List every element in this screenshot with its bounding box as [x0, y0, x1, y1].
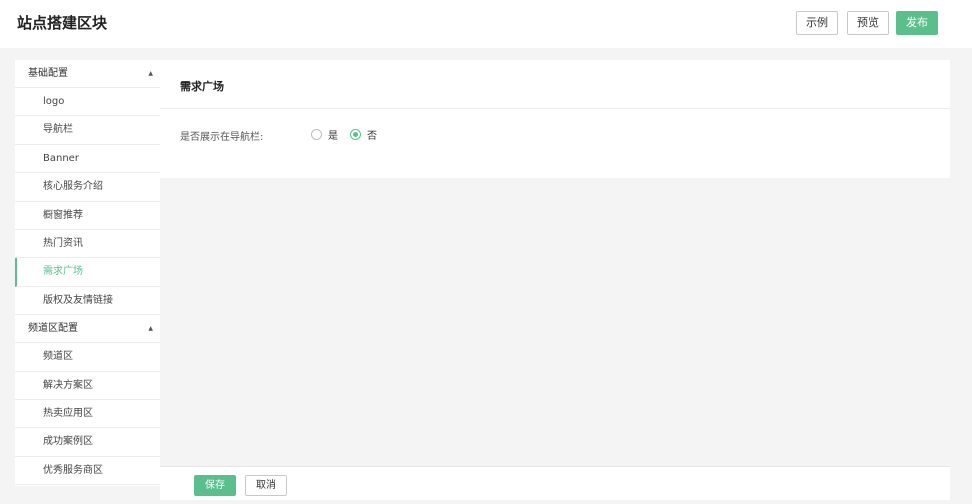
sidebar-group-channel[interactable]: 频道区配置 ▲	[15, 315, 160, 344]
sidebar-item-top-providers[interactable]: 优秀服务商区	[15, 457, 160, 486]
page-title: 站点搭建区块	[17, 14, 108, 32]
sidebar-item-channel[interactable]: 频道区	[15, 343, 160, 372]
content-panel: 需求广场 是否展示在导航栏: 是 否	[160, 60, 950, 178]
sidebar-item-solutions[interactable]: 解决方案区	[15, 372, 160, 400]
sidebar-group-label: 频道区配置	[28, 323, 78, 335]
preview-button[interactable]: 预览	[847, 11, 889, 35]
sidebar-item-hot-news[interactable]: 热门资讯	[15, 230, 160, 259]
radio-yes-label[interactable]: 是	[328, 127, 338, 142]
sidebar-item-showcase[interactable]: 橱窗推荐	[15, 202, 160, 230]
section-title: 需求广场	[180, 80, 224, 93]
radio-yes[interactable]	[311, 129, 322, 140]
show-in-navbar-label: 是否展示在导航栏:	[180, 132, 264, 143]
sidebar-item-logo[interactable]: logo	[15, 88, 160, 117]
form-footer: 保存 取消	[160, 466, 950, 500]
divider	[160, 108, 950, 109]
sidebar-menu: 基础配置 ▲ logo 导航栏 Banner 核心服务介绍 橱窗推荐 热门资讯 …	[15, 60, 160, 486]
sidebar-item-core-services[interactable]: 核心服务介绍	[15, 173, 160, 202]
sidebar-item-banner[interactable]: Banner	[15, 145, 160, 174]
sidebar-item-success-cases[interactable]: 成功案例区	[15, 428, 160, 457]
radio-no[interactable]	[350, 129, 361, 140]
sidebar-item-demand-square[interactable]: 需求广场	[15, 258, 160, 287]
caret-up-icon: ▲	[148, 325, 153, 333]
sidebar-group-label: 基础配置	[28, 68, 68, 79]
cancel-button[interactable]: 取消	[245, 475, 287, 496]
page-header: 站点搭建区块 示例 预览 发布	[0, 0, 972, 48]
caret-up-icon: ▲	[148, 70, 153, 77]
show-in-navbar-radio-group: 是 否	[311, 127, 389, 142]
sidebar-group-basic[interactable]: 基础配置 ▲	[15, 60, 160, 88]
sidebar-item-navbar[interactable]: 导航栏	[15, 116, 160, 145]
sidebar-item-copyright-links[interactable]: 版权及友情链接	[15, 287, 160, 316]
sidebar-item-hot-apps[interactable]: 热卖应用区	[15, 400, 160, 429]
radio-no-label[interactable]: 否	[367, 127, 377, 142]
save-button[interactable]: 保存	[194, 475, 236, 496]
example-button[interactable]: 示例	[796, 11, 838, 35]
publish-button[interactable]: 发布	[896, 11, 938, 35]
